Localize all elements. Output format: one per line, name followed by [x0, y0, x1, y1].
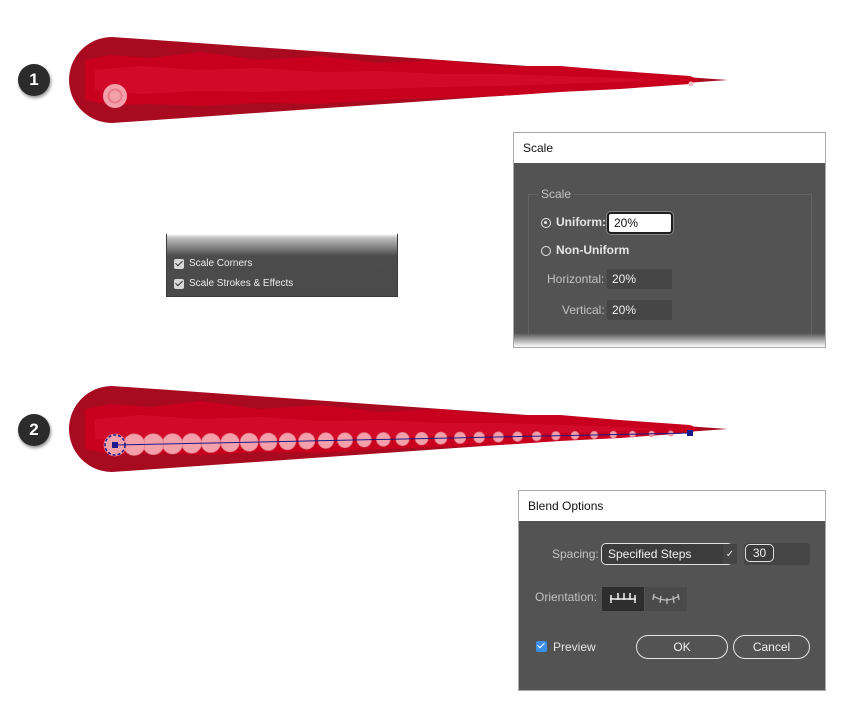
steps-input[interactable]: 30 — [744, 543, 810, 565]
uniform-input[interactable]: 20% — [607, 212, 673, 234]
radio-selected-icon[interactable] — [541, 218, 551, 228]
scale-dialog-bottom-fade — [514, 333, 825, 347]
scale-corners-option[interactable]: Scale Corners — [174, 258, 252, 269]
scale-strokes-label: Scale Strokes & Effects — [189, 278, 294, 289]
blend-dialog-title: Blend Options — [528, 499, 604, 513]
vertical-input[interactable]: 20% — [607, 300, 672, 320]
scale-options-panel: Scale Corners Scale Strokes & Effects — [166, 234, 398, 297]
red-shape-artwork-2 — [69, 386, 728, 472]
align-to-page-icon[interactable] — [602, 587, 644, 611]
cancel-button[interactable]: Cancel — [733, 635, 810, 659]
chevron-down-icon[interactable]: ✓ — [723, 544, 737, 564]
uniform-label: Uniform: — [556, 215, 606, 229]
spacing-select[interactable]: Specified Steps — [601, 543, 733, 565]
preview-checkbox-icon[interactable] — [536, 640, 547, 652]
spacing-label: Spacing: — [552, 547, 599, 561]
checkbox-checked-icon[interactable] — [174, 258, 184, 269]
spacing-select-value: Specified Steps — [608, 547, 692, 561]
steps-value-box: 30 — [745, 544, 774, 562]
scale-dialog: Scale Scale Uniform: 20% Non-Uniform Hor… — [513, 132, 826, 348]
align-to-path-icon[interactable] — [645, 587, 687, 611]
scale-dialog-titlebar[interactable]: Scale — [514, 133, 825, 163]
ok-button[interactable]: OK — [636, 635, 728, 659]
steps-value: 30 — [752, 546, 767, 560]
checkbox-checked-icon[interactable] — [174, 278, 184, 289]
vertical-label: Vertical: — [562, 303, 605, 317]
scale-dialog-title: Scale — [523, 141, 554, 155]
radio-unselected-icon[interactable] — [541, 246, 551, 256]
preview-label: Preview — [553, 640, 596, 654]
scale-corners-label: Scale Corners — [189, 258, 253, 269]
orientation-label: Orientation: — [535, 590, 598, 604]
scale-group-label: Scale — [538, 187, 575, 201]
non-uniform-label: Non-Uniform — [556, 243, 630, 257]
blend-dialog-titlebar[interactable]: Blend Options — [519, 491, 825, 521]
horizontal-input[interactable]: 20% — [607, 269, 672, 289]
scale-strokes-option[interactable]: Scale Strokes & Effects — [174, 278, 293, 289]
blend-options-dialog: Blend Options Spacing: Specified Steps ✓… — [518, 490, 826, 691]
horizontal-label: Horizontal: — [547, 272, 605, 286]
